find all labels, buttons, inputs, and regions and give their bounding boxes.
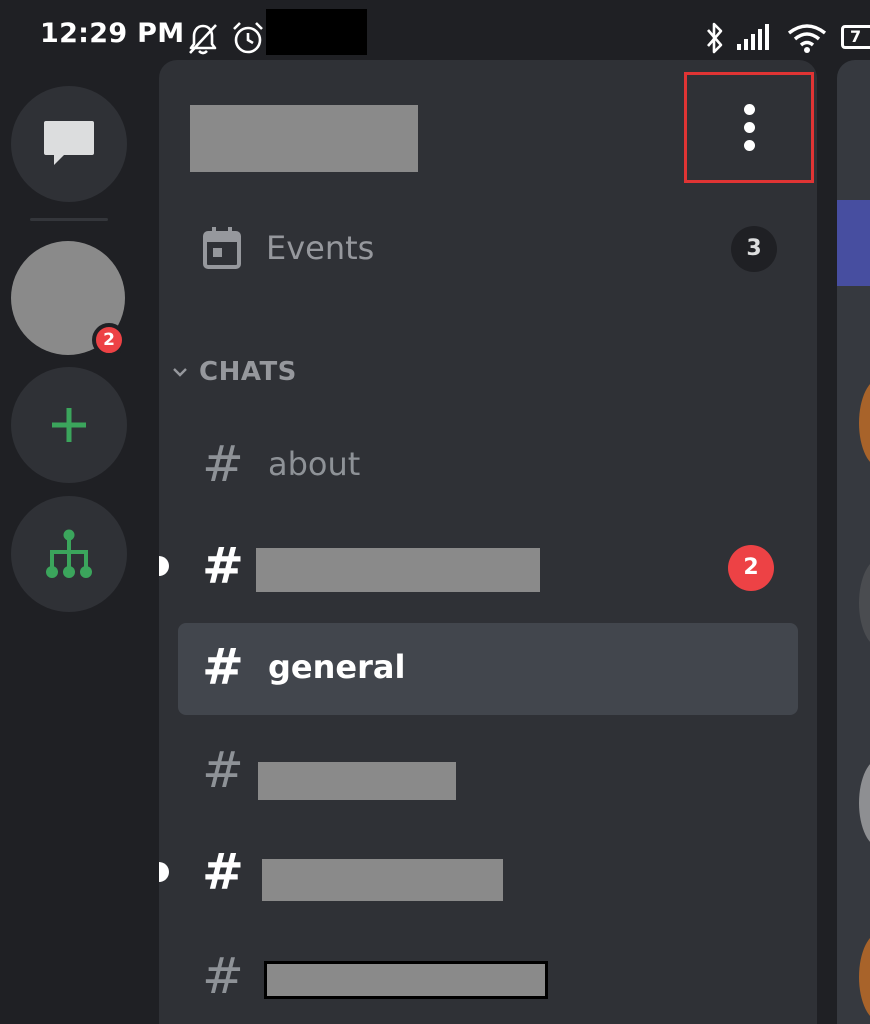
vertical-dots-icon (743, 104, 755, 115)
status-time: 12:29 PM (40, 18, 185, 49)
server-mention-badge: 2 (92, 323, 126, 357)
dot (743, 140, 755, 151)
mention-badge: 2 (728, 545, 774, 591)
events-label: Events (266, 229, 375, 267)
wifi-icon (787, 24, 827, 53)
channel-about[interactable]: # about (178, 420, 798, 512)
plus-icon (52, 408, 86, 442)
server-name-redacted[interactable] (190, 105, 418, 172)
hashtag-icon: # (202, 741, 244, 799)
channel-redacted[interactable]: # (178, 932, 798, 1024)
hashtag-icon: # (202, 843, 244, 901)
signal-icon (737, 24, 769, 50)
chat-bubble-icon (44, 121, 94, 165)
redacted-status-area (266, 9, 367, 55)
alarm-icon (233, 22, 263, 54)
hierarchy-icon (46, 529, 92, 578)
channel-redacted-unread[interactable]: # (159, 828, 798, 920)
unread-indicator (159, 862, 169, 882)
avatar (859, 758, 870, 848)
chat-area-peek[interactable] (837, 60, 870, 1024)
channel-label: general (268, 648, 406, 686)
channel-redacted-unread[interactable]: # 2 (159, 522, 798, 614)
avatar (859, 558, 870, 648)
direct-messages-button[interactable] (11, 86, 127, 202)
more-options-button[interactable] (684, 72, 814, 183)
bluetooth-icon (707, 22, 723, 54)
mute-notification-icon (189, 24, 217, 55)
hashtag-icon: # (202, 638, 244, 696)
channel-name-redacted (264, 961, 548, 999)
channel-label: about (268, 445, 361, 483)
channel-name-redacted (258, 762, 456, 800)
unread-indicator (159, 556, 169, 576)
calendar-icon (203, 227, 241, 269)
rail-divider (30, 218, 108, 221)
avatar (859, 932, 870, 1022)
channel-redacted[interactable]: # (178, 726, 798, 818)
dot (743, 122, 755, 133)
channel-name-redacted (256, 548, 540, 592)
add-server-button[interactable] (11, 367, 127, 483)
events-count-badge: 3 (731, 226, 777, 272)
battery-level: 7 (850, 27, 862, 46)
channel-panel: Events 3 CHATS # about # 2 # general # #… (159, 60, 817, 1024)
avatar (859, 378, 870, 468)
chevron-down-icon (173, 368, 187, 377)
category-chats[interactable]: CHATS (171, 352, 297, 392)
explore-servers-button[interactable] (11, 496, 127, 612)
channel-general[interactable]: # general (178, 623, 798, 715)
hashtag-icon: # (202, 537, 244, 595)
battery-icon: 7 (841, 25, 870, 49)
chat-banner (837, 200, 870, 286)
hashtag-icon: # (202, 947, 244, 1005)
category-label: CHATS (199, 357, 297, 387)
events-row[interactable]: Events 3 (202, 220, 792, 276)
channel-name-redacted (262, 859, 503, 901)
app-screen: 12:29 PM 7 2 Events 3 CHATS # about # 2 … (0, 0, 870, 1024)
hashtag-icon: # (202, 435, 244, 493)
